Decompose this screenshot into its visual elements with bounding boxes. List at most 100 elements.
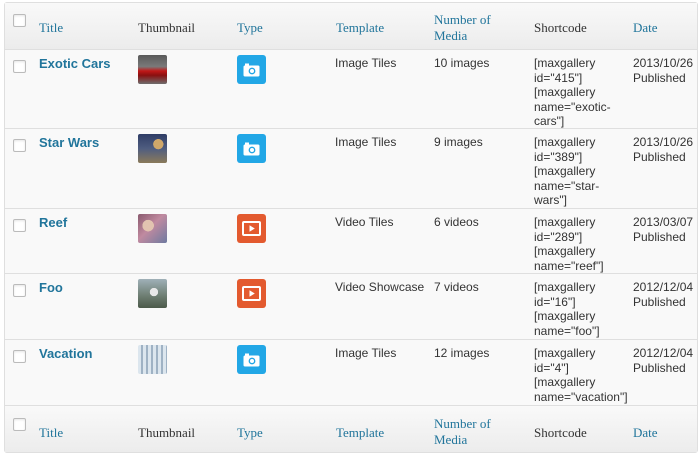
template-name: Image Tiles bbox=[335, 135, 397, 149]
date-value: 2013/03/07 bbox=[633, 215, 694, 229]
gallery-title-link[interactable]: Star Wars bbox=[39, 135, 99, 150]
col-media-line1-footer: Number of bbox=[434, 416, 491, 431]
date-cell: 2012/12/04 Published bbox=[633, 280, 693, 309]
table-row: Exotic Cars Image Tiles 10 images [maxga… bbox=[5, 50, 697, 129]
shortcode-line: [maxgallery bbox=[534, 215, 596, 229]
shortcode-line: id="4"] bbox=[534, 360, 569, 375]
shortcode-line: id="415"] bbox=[534, 70, 583, 85]
template-name: Video Showcase bbox=[335, 280, 425, 294]
col-template-footer[interactable]: Template bbox=[336, 425, 384, 441]
col-type-footer[interactable]: Type bbox=[237, 425, 263, 441]
shortcode-text: [maxgallery id="389"] [maxgallery name="sta… bbox=[534, 135, 599, 208]
status-value: Published bbox=[633, 294, 686, 309]
col-date-footer[interactable]: Date bbox=[633, 425, 658, 441]
shortcode-text: [maxgallery id="16"] [maxgallery name="foo"… bbox=[534, 280, 600, 338]
shortcode-line: [maxgallery bbox=[534, 85, 596, 99]
shortcode-line: [maxgallery bbox=[534, 280, 596, 294]
col-shortcode: Shortcode bbox=[534, 20, 587, 35]
shortcode-line: name="exotic- bbox=[534, 99, 611, 114]
gallery-thumbnail[interactable] bbox=[138, 345, 167, 374]
shortcode-line: name="vacation"] bbox=[534, 389, 628, 404]
date-value: 2012/12/04 bbox=[633, 346, 694, 360]
table-row: Foo Video Showcase 7 videos [maxgallery i… bbox=[5, 274, 697, 340]
shortcode-line: [maxgallery bbox=[534, 244, 596, 258]
shortcode-line: [maxgallery bbox=[534, 164, 596, 178]
gallery-title-link[interactable]: Exotic Cars bbox=[39, 56, 111, 71]
col-title[interactable]: Title bbox=[39, 20, 63, 36]
gallery-title-link[interactable]: Foo bbox=[39, 280, 63, 295]
play-icon bbox=[237, 214, 266, 243]
media-count: 9 images bbox=[434, 135, 483, 149]
gallery-title-link[interactable]: Vacation bbox=[39, 346, 92, 361]
select-all-checkbox[interactable] bbox=[13, 14, 26, 27]
col-template[interactable]: Template bbox=[336, 20, 384, 36]
row-checkbox[interactable] bbox=[13, 284, 26, 297]
table-footer: Title Thumbnail Type Template Number of … bbox=[5, 405, 697, 452]
media-count: 6 videos bbox=[434, 215, 479, 229]
camera-icon bbox=[237, 55, 266, 84]
col-media-line2-footer: Media bbox=[434, 432, 468, 447]
date-cell: 2012/12/04 Published bbox=[633, 346, 693, 375]
col-title-footer[interactable]: Title bbox=[39, 425, 63, 441]
row-checkbox[interactable] bbox=[13, 60, 26, 73]
camera-icon bbox=[237, 345, 266, 374]
camera-icon bbox=[237, 134, 266, 163]
shortcode-line: [maxgallery bbox=[534, 375, 596, 389]
date-value: 2013/10/26 bbox=[633, 56, 694, 70]
row-checkbox[interactable] bbox=[13, 219, 26, 232]
gallery-thumbnail[interactable] bbox=[138, 134, 167, 163]
shortcode-line: [maxgallery bbox=[534, 309, 596, 323]
gallery-thumbnail[interactable] bbox=[138, 55, 167, 84]
col-thumbnail: Thumbnail bbox=[138, 20, 196, 35]
media-count: 7 videos bbox=[434, 280, 479, 294]
table-row: Vacation Image Tiles 12 images [maxgalle… bbox=[5, 340, 697, 405]
date-value: 2012/12/04 bbox=[633, 280, 694, 294]
shortcode-text: [maxgallery id="415"] [maxgallery name="exo… bbox=[534, 56, 611, 129]
shortcode-line: name="star- bbox=[534, 178, 600, 193]
col-date[interactable]: Date bbox=[633, 20, 658, 36]
template-name: Video Tiles bbox=[335, 215, 394, 229]
shortcode-line: cars"] bbox=[534, 114, 565, 128]
shortcode-line: [maxgallery bbox=[534, 346, 596, 360]
row-checkbox[interactable] bbox=[13, 350, 26, 363]
date-cell: 2013/10/26 Published bbox=[633, 135, 693, 164]
table-row: Star Wars Image Tiles 9 images [maxgalle… bbox=[5, 129, 697, 209]
media-count: 10 images bbox=[434, 56, 490, 70]
shortcode-line: id="289"] bbox=[534, 229, 583, 244]
template-name: Image Tiles bbox=[335, 346, 397, 360]
col-media-line2: Media bbox=[434, 28, 468, 43]
gallery-thumbnail[interactable] bbox=[138, 279, 167, 308]
shortcode-line: [maxgallery bbox=[534, 56, 596, 70]
col-thumbnail-footer: Thumbnail bbox=[138, 425, 196, 440]
col-number-of-media[interactable]: Number of Media bbox=[434, 12, 491, 44]
play-icon bbox=[237, 279, 266, 308]
table-header: Title Thumbnail Type Template Number of … bbox=[5, 3, 697, 50]
col-number-of-media-footer[interactable]: Number of Media bbox=[434, 416, 491, 448]
media-count: 12 images bbox=[434, 346, 490, 360]
template-name: Image Tiles bbox=[335, 56, 397, 70]
shortcode-text: [maxgallery id="289"] [maxgallery name="ree… bbox=[534, 215, 604, 273]
shortcode-line: [maxgallery bbox=[534, 135, 596, 149]
table-row: Reef Video Tiles 6 videos [maxgallery id=… bbox=[5, 209, 697, 274]
select-all-checkbox-footer[interactable] bbox=[13, 418, 26, 431]
gallery-title-link[interactable]: Reef bbox=[39, 215, 67, 230]
col-media-line1: Number of bbox=[434, 12, 491, 27]
shortcode-line: id="389"] bbox=[534, 149, 583, 164]
col-type[interactable]: Type bbox=[237, 20, 263, 36]
shortcode-line: name="foo"] bbox=[534, 323, 600, 338]
col-shortcode-footer: Shortcode bbox=[534, 425, 587, 440]
date-cell: 2013/03/07 Published bbox=[633, 215, 693, 244]
date-cell: 2013/10/26 Published bbox=[633, 56, 693, 85]
date-value: 2013/10/26 bbox=[633, 135, 694, 149]
status-value: Published bbox=[633, 149, 686, 164]
status-value: Published bbox=[633, 70, 686, 85]
shortcode-line: name="reef"] bbox=[534, 258, 604, 273]
status-value: Published bbox=[633, 360, 686, 375]
gallery-table: Title Thumbnail Type Template Number of … bbox=[4, 2, 698, 453]
status-value: Published bbox=[633, 229, 686, 244]
shortcode-line: wars"] bbox=[534, 193, 567, 207]
row-checkbox[interactable] bbox=[13, 139, 26, 152]
shortcode-text: [maxgallery id="4"] [maxgallery name="vacat… bbox=[534, 346, 628, 404]
shortcode-line: id="16"] bbox=[534, 294, 576, 309]
gallery-thumbnail[interactable] bbox=[138, 214, 167, 243]
